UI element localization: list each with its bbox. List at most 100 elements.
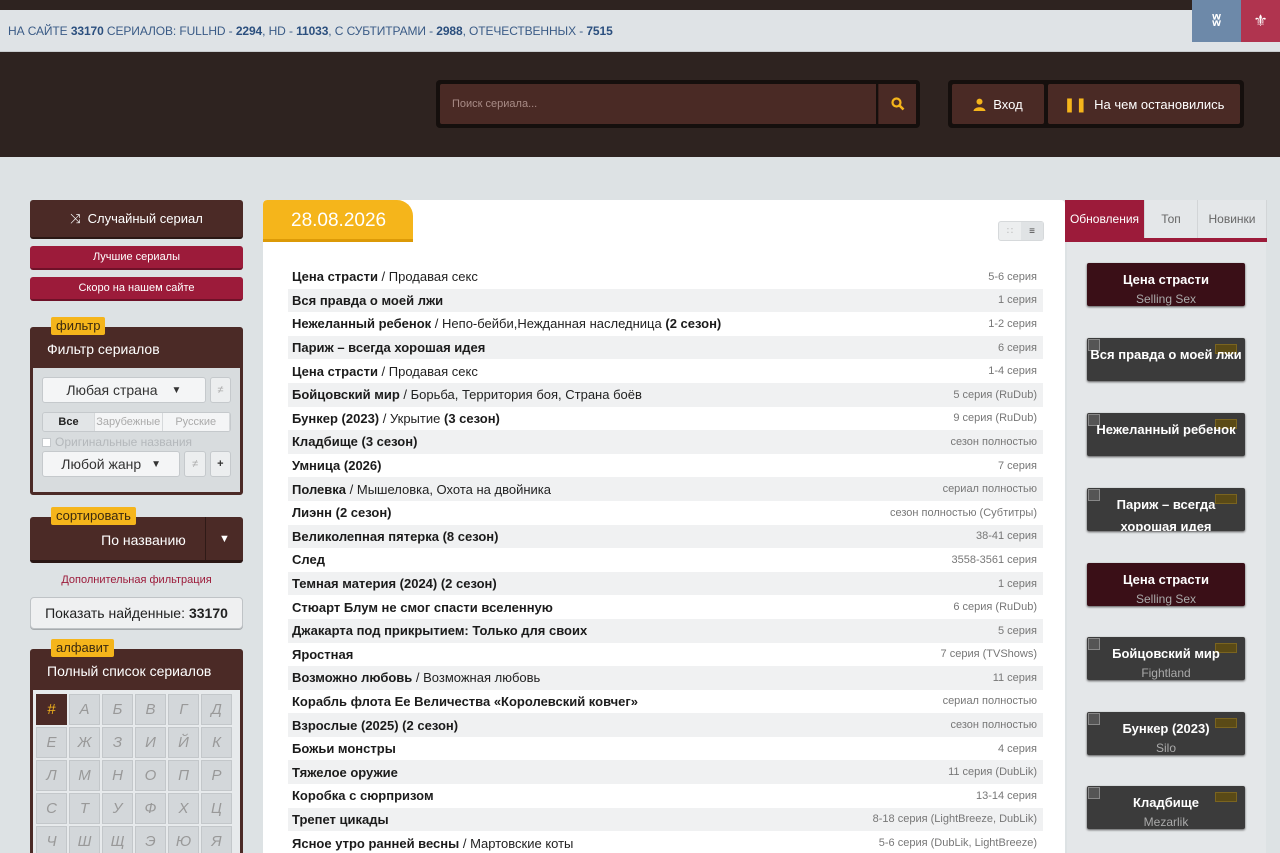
series-row[interactable]: Кладбище (3 сезон) сезон полностью [288, 430, 1043, 454]
letter-button[interactable]: Ч [36, 826, 67, 853]
letter-button[interactable]: Й [168, 727, 199, 758]
letter-button[interactable]: В [135, 694, 166, 725]
series-title[interactable]: Бойцовский мир [292, 387, 400, 402]
letter-button[interactable]: Л [36, 760, 67, 791]
series-title[interactable]: Возможно любовь [292, 670, 412, 685]
series-row[interactable]: Цена страсти / Продавая секс 5-6 серия [288, 265, 1043, 289]
origin-russian[interactable]: Русские [162, 413, 230, 431]
letter-button[interactable]: М [69, 760, 100, 791]
series-title[interactable]: Лиэнн (2 сезон) [292, 505, 392, 520]
series-row[interactable]: Джакарта под прикрытием: Только для свои… [288, 618, 1043, 643]
series-row[interactable]: Взрослые (2025) (2 сезон) сезон полностью [288, 713, 1043, 737]
search-input[interactable] [440, 84, 876, 124]
best-series-button[interactable]: Лучшие сериалы [30, 246, 243, 270]
add-genre-button[interactable]: + [209, 451, 232, 477]
series-row[interactable]: Цена страсти / Продавая секс 1-4 серия [288, 359, 1043, 383]
letter-button[interactable]: Э [135, 826, 166, 853]
letter-button[interactable]: К [201, 727, 232, 758]
letter-button[interactable]: Г [168, 694, 199, 725]
series-row[interactable]: Нежеланный ребенок / Непо-бейби,Нежданна… [288, 312, 1043, 336]
country-exclude-toggle[interactable]: ≠ [209, 377, 231, 403]
series-title[interactable]: Джакарта под прикрытием: Только для свои… [292, 623, 587, 638]
series-row[interactable]: Возможно любовь / Возможная любовь 11 сер… [288, 666, 1043, 690]
letter-button[interactable]: Ф [135, 793, 166, 824]
update-card[interactable]: Париж – всегда хорошая идея [1087, 488, 1245, 531]
right-tab[interactable]: Топ [1145, 200, 1198, 238]
series-row[interactable]: Яростная 7 серия (TVShows) [288, 643, 1043, 667]
grid-view-icon[interactable]: ∷ [999, 222, 1021, 240]
letter-button[interactable]: Ж [69, 727, 100, 758]
series-title[interactable]: Цена страсти [292, 269, 378, 284]
update-card[interactable]: Бункер (2023) Silo [1087, 712, 1245, 755]
letter-button[interactable]: З [102, 727, 133, 758]
series-row[interactable]: След 3558-3561 серия [288, 548, 1043, 572]
letter-button[interactable]: С [36, 793, 67, 824]
series-title[interactable]: Корабль флота Ее Величества «Королевский… [292, 694, 638, 709]
extra-filter-link[interactable]: Дополнительная фильтрация [30, 574, 243, 586]
series-row[interactable]: Коробка с сюрпризом 13-14 серия [288, 784, 1043, 808]
letter-button[interactable]: Д [201, 694, 232, 725]
series-row[interactable]: Полевка / Мышеловка, Охота на двойника се… [288, 477, 1043, 501]
series-row[interactable]: Бункер (2023) / Укрытие (3 сезон) 9 серия… [288, 407, 1043, 431]
letter-button[interactable]: О [135, 760, 166, 791]
update-card[interactable]: Вся правда о моей лжи [1087, 338, 1245, 381]
letter-button[interactable]: Н [102, 760, 133, 791]
update-card[interactable]: Бойцовский мир Fightland [1087, 637, 1245, 680]
update-card[interactable]: Кладбище Mezarlik [1087, 786, 1245, 829]
series-row[interactable]: Бойцовский мир / Борьба, Территория боя,… [288, 382, 1043, 407]
right-tab[interactable]: Обновления [1065, 200, 1145, 238]
series-row[interactable]: Великолепная пятерка (8 сезон) 38-41 сери… [288, 524, 1043, 549]
series-title[interactable]: Тяжелое оружие [292, 765, 398, 780]
vk-button[interactable]: ʬ [1192, 0, 1241, 42]
search-button[interactable] [878, 84, 916, 124]
series-title[interactable]: Вся правда о моей лжи [292, 293, 443, 308]
original-names-checkbox[interactable]: Оригинальные названия [42, 435, 231, 449]
continue-watching-button[interactable]: ❚❚ На чем остановились [1048, 84, 1240, 124]
letter-button[interactable]: Б [102, 694, 133, 725]
series-row[interactable]: Трепет цикады 8-18 серия (LightBreeze, Du… [288, 807, 1043, 832]
origin-foreign[interactable]: Зарубежные [95, 413, 163, 431]
letter-button[interactable]: Е [36, 727, 67, 758]
genre-exclude-toggle[interactable]: ≠ [184, 451, 206, 477]
show-found-button[interactable]: Показать найденные: 33170 [30, 597, 243, 629]
letter-button[interactable]: И [135, 727, 166, 758]
series-title[interactable]: Великолепная пятерка (8 сезон) [292, 529, 498, 544]
origin-all[interactable]: Все [43, 413, 95, 431]
series-title[interactable]: След [292, 552, 325, 567]
letter-button[interactable]: # [36, 694, 67, 725]
series-title[interactable]: Цена страсти [292, 364, 378, 379]
series-row[interactable]: Париж – всегда хорошая идея 6 серия [288, 335, 1043, 360]
series-title[interactable]: Божьи монстры [292, 741, 396, 756]
series-title[interactable]: Взрослые (2025) (2 сезон) [292, 718, 458, 733]
series-title[interactable]: Коробка с сюрпризом [292, 788, 434, 803]
genre-select[interactable]: Любой жанр ▼ [42, 451, 181, 477]
odnoklassniki-button[interactable]: ⚜ [1241, 0, 1280, 42]
series-title[interactable]: Стюарт Блум не смог спасти вселенную [292, 600, 553, 615]
series-row[interactable]: Тяжелое оружие 11 серия (DubLik) [288, 760, 1043, 785]
series-row[interactable]: Стюарт Блум не смог спасти вселенную 6 се… [288, 595, 1043, 619]
series-row[interactable]: Ясное утро ранней весны / Мартовские кот… [288, 831, 1043, 853]
letter-button[interactable]: Ц [201, 793, 232, 824]
letter-button[interactable]: Щ [102, 826, 133, 853]
coming-soon-button[interactable]: Скоро на нашем сайте [30, 277, 243, 301]
series-row[interactable]: Вся правда о моей лжи 1 серия [288, 288, 1043, 313]
series-title[interactable]: Кладбище (3 сезон) [292, 434, 417, 449]
update-card[interactable]: Цена страсти Selling Sex [1087, 263, 1245, 306]
series-title[interactable]: Бункер (2023) [292, 411, 379, 426]
random-series-button[interactable]: ⤨ Случайный сериал [30, 200, 243, 239]
series-title[interactable]: Нежеланный ребенок [292, 316, 431, 331]
letter-button[interactable]: П [168, 760, 199, 791]
login-button[interactable]: Вход [952, 84, 1044, 124]
letter-button[interactable]: Ю [168, 826, 199, 853]
letter-button[interactable]: Т [69, 793, 100, 824]
series-title[interactable]: Яростная [292, 647, 353, 662]
update-card[interactable]: Нежеланный ребенок [1087, 413, 1245, 456]
right-tab[interactable]: Новинки [1198, 200, 1267, 238]
series-title[interactable]: Темная материя (2024) (2 сезон) [292, 576, 497, 591]
letter-button[interactable]: Ш [69, 826, 100, 853]
letter-button[interactable]: А [69, 694, 100, 725]
letter-button[interactable]: Я [201, 826, 232, 853]
list-view-icon[interactable]: ≡ [1021, 222, 1043, 240]
series-row[interactable]: Темная материя (2024) (2 сезон) 1 серия [288, 571, 1043, 596]
update-card[interactable]: Цена страсти Selling Sex [1087, 563, 1245, 606]
